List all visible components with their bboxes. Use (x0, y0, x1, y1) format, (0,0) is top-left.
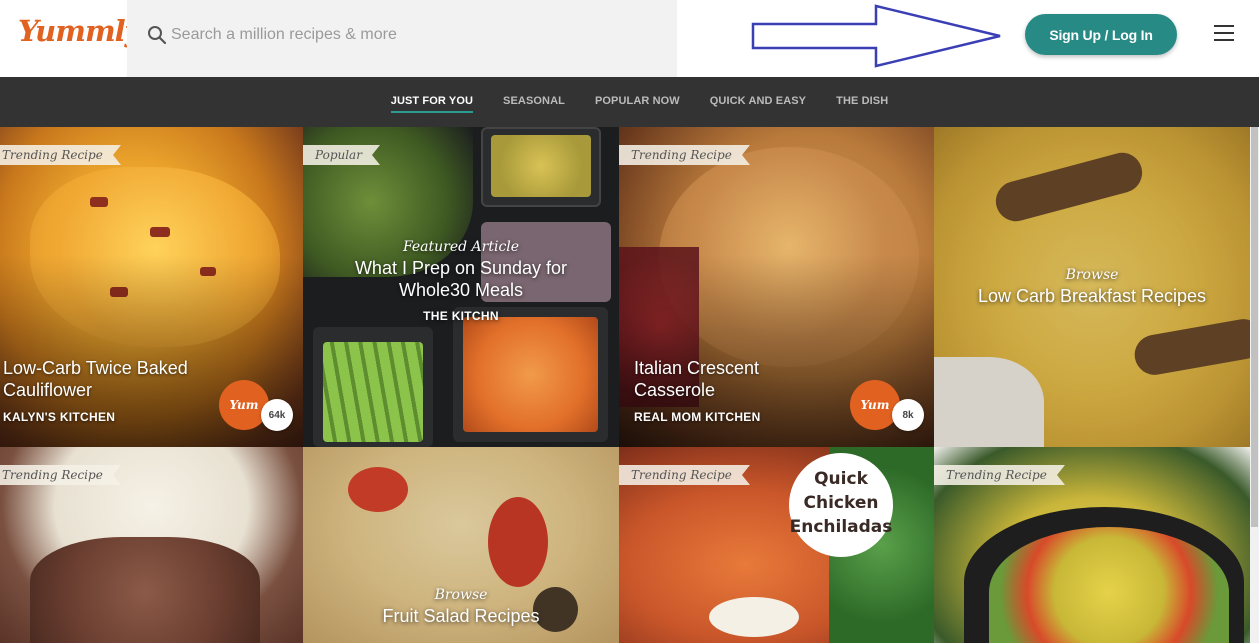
recipe-title[interactable]: Italian Crescent Casserole (634, 357, 834, 401)
trending-recipe-tag: Trending Recipe (619, 145, 750, 165)
recipe-card[interactable]: Trending Recipe Italian Crescent Cassero… (619, 127, 934, 447)
trending-recipe-tag: Trending Recipe (934, 465, 1065, 485)
tab-just-for-you[interactable]: JUST FOR YOU (390, 77, 474, 127)
browse-label: Browse (434, 587, 488, 603)
recipe-grid: Trending Recipe Low-Carb Twice Baked Cau… (0, 127, 1250, 643)
tab-quick-and-easy[interactable]: QUICK AND EASY (710, 77, 806, 127)
trending-recipe-tag: Trending Recipe (0, 465, 121, 485)
trending-recipe-tag: Trending Recipe (0, 145, 121, 165)
arrow-annotation-icon (751, 4, 1001, 68)
tab-popular-now[interactable]: POPULAR NOW (595, 77, 680, 127)
category-nav: JUST FOR YOU SEASONAL POPULAR NOW QUICK … (0, 77, 1259, 127)
recipe-title[interactable]: Low-Carb Twice Baked Cauliflower (3, 357, 213, 401)
browse-card[interactable]: Browse Low Carb Breakfast Recipes (934, 127, 1250, 447)
recipe-source[interactable]: KALYN'S KITCHEN (3, 410, 115, 424)
browse-title[interactable]: Fruit Salad Recipes (303, 605, 619, 627)
yum-button[interactable]: Yum (219, 380, 269, 430)
search-bar[interactable] (127, 0, 677, 77)
yummly-logo[interactable]: Yummly (18, 14, 142, 48)
yum-count-badge: 8k (892, 399, 924, 431)
featured-article-label: Featured Article (402, 239, 520, 255)
yum-button[interactable]: Yum (850, 380, 900, 430)
recipe-card[interactable]: Trending Recipe Quick Chicken Enchiladas (619, 447, 934, 643)
recipe-card[interactable]: Trending Recipe Low-Carb Twice Baked Cau… (0, 127, 303, 447)
recipe-source[interactable]: REAL MOM KITCHEN (634, 410, 761, 424)
tab-seasonal[interactable]: SEASONAL (503, 77, 565, 127)
article-title[interactable]: What I Prep on Sunday for Whole30 Meals (303, 257, 619, 301)
scrollbar-thumb[interactable] (1251, 127, 1258, 527)
signup-login-button[interactable]: Sign Up / Log In (1025, 14, 1177, 55)
search-icon (148, 26, 167, 45)
browse-title[interactable]: Low Carb Breakfast Recipes (934, 285, 1250, 307)
popular-tag: Popular (303, 145, 380, 165)
page-scrollbar[interactable] (1250, 127, 1259, 643)
trending-recipe-tag: Trending Recipe (619, 465, 750, 485)
tab-the-dish[interactable]: THE DISH (836, 77, 888, 127)
recipe-card[interactable]: Trending Recipe (0, 447, 303, 643)
recipe-badge: Quick Chicken Enchiladas (789, 453, 893, 557)
article-source[interactable]: THE KITCHN (303, 309, 619, 323)
site-header: Yummly Sign Up / Log In (0, 0, 1259, 77)
browse-label: Browse (1065, 267, 1119, 283)
hamburger-menu-icon[interactable] (1214, 25, 1234, 43)
article-card[interactable]: Popular Featured Article What I Prep on … (303, 127, 619, 447)
recipe-card[interactable]: Trending Recipe (934, 447, 1250, 643)
yum-count-badge: 64k (261, 399, 293, 431)
browse-card[interactable]: Browse Fruit Salad Recipes (303, 447, 619, 643)
search-input[interactable] (171, 24, 651, 46)
